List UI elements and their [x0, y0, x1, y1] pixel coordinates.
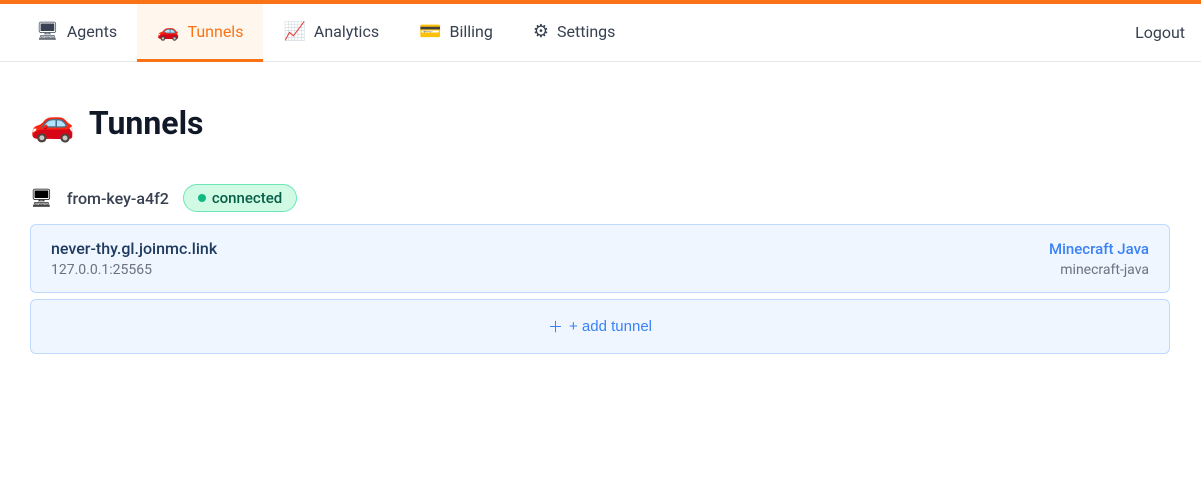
page-icon: 🚗 — [30, 102, 75, 144]
tunnel-type: Minecraft Java — [1049, 240, 1149, 258]
navigation: 🖥 Agents 🚗 Tunnels 📈 Analytics 💳 Billing… — [0, 4, 1201, 62]
nav-label-analytics: Analytics — [314, 22, 379, 41]
tunnel-local-address: 127.0.0.1:25565 — [51, 262, 217, 278]
page-header: 🚗 Tunnels — [30, 102, 1171, 144]
settings-icon: ⚙ — [533, 21, 549, 42]
status-dot — [198, 194, 206, 202]
agent-row: 🖥 from-key-a4f2 connected — [30, 184, 1170, 212]
nav-item-billing[interactable]: 💳 Billing — [399, 4, 513, 62]
tunnel-protocol: minecraft-java — [1060, 262, 1149, 278]
nav-items: 🖥 Agents 🚗 Tunnels 📈 Analytics 💳 Billing… — [16, 4, 1135, 61]
tunnel-public-url: never-thy.gl.joinmc.link — [51, 239, 217, 258]
nav-item-analytics[interactable]: 📈 Analytics — [263, 4, 399, 62]
nav-label-settings: Settings — [557, 22, 615, 41]
tunnel-card[interactable]: never-thy.gl.joinmc.link 127.0.0.1:25565… — [30, 224, 1170, 293]
analytics-icon: 📈 — [283, 21, 305, 42]
add-tunnel-label: + add tunnel — [569, 318, 652, 335]
tunnels-nav-icon: 🚗 — [157, 21, 179, 42]
agent-name: from-key-a4f2 — [67, 189, 169, 208]
nav-item-settings[interactable]: ⚙ Settings — [513, 4, 636, 62]
billing-icon: 💳 — [419, 21, 441, 42]
tunnels-section: 🖥 from-key-a4f2 connected never-thy.gl.j… — [30, 184, 1170, 354]
nav-label-tunnels: Tunnels — [188, 22, 244, 41]
tunnel-left: never-thy.gl.joinmc.link 127.0.0.1:25565 — [51, 239, 217, 278]
agents-icon: 🖥 — [36, 21, 59, 42]
status-badge: connected — [183, 184, 297, 212]
plus-icon: ＋ — [548, 316, 563, 337]
add-tunnel-button[interactable]: ＋ + add tunnel — [30, 299, 1170, 354]
nav-label-agents: Agents — [67, 22, 117, 41]
nav-label-billing: Billing — [450, 22, 493, 41]
nav-item-tunnels[interactable]: 🚗 Tunnels — [137, 4, 263, 62]
main-content: 🚗 Tunnels 🖥 from-key-a4f2 connected neve… — [0, 62, 1201, 384]
logout-button[interactable]: Logout — [1135, 23, 1185, 42]
agent-monitor-icon: 🖥 — [30, 188, 53, 209]
page-title: Tunnels — [89, 104, 204, 142]
nav-item-agents[interactable]: 🖥 Agents — [16, 4, 137, 62]
tunnel-right: Minecraft Java minecraft-java — [1049, 240, 1149, 278]
status-text: connected — [212, 189, 282, 207]
